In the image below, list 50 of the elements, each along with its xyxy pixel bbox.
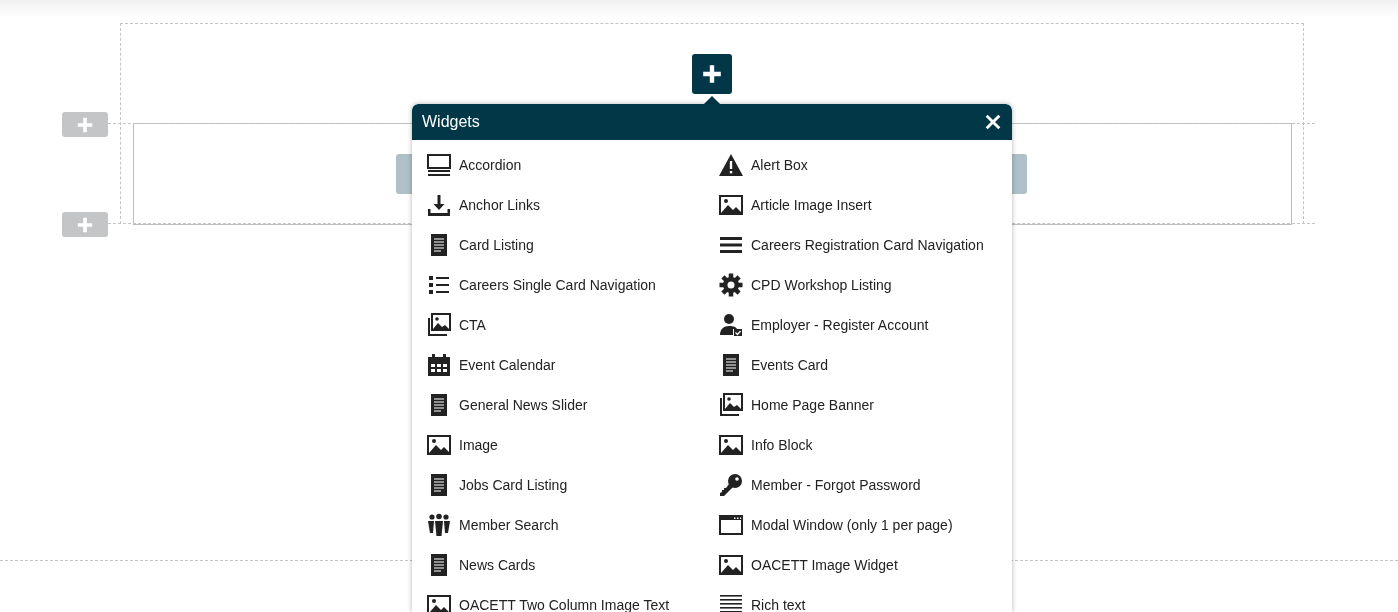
widget-option[interactable]: Article Image Insert xyxy=(719,193,1012,217)
text-lines-icon xyxy=(719,593,743,612)
images-icon xyxy=(427,313,451,337)
widget-option[interactable]: Careers Registration Card Navigation xyxy=(719,233,1012,257)
add-row-button[interactable] xyxy=(62,212,108,237)
close-icon xyxy=(984,113,1002,131)
widget-option[interactable]: Info Block xyxy=(719,433,1012,457)
widget-option[interactable]: Event Calendar xyxy=(427,353,719,377)
list-icon xyxy=(427,273,451,297)
widget-option[interactable]: Events Card xyxy=(719,353,1012,377)
widget-option[interactable]: Home Page Banner xyxy=(719,393,1012,417)
add-widget-button[interactable] xyxy=(692,54,732,94)
image-icon xyxy=(719,433,743,457)
key-icon xyxy=(719,473,743,497)
download-icon xyxy=(427,193,451,217)
widget-option[interactable]: Employer - Register Account xyxy=(719,313,1012,337)
widget-option[interactable]: Modal Window (only 1 per page) xyxy=(719,513,1012,537)
widget-option[interactable]: Member Search xyxy=(427,513,719,537)
calendar-icon xyxy=(427,353,451,377)
widget-option[interactable]: General News Slider xyxy=(427,393,719,417)
image-icon xyxy=(427,433,451,457)
add-row-button[interactable] xyxy=(62,112,108,137)
plus-icon xyxy=(701,63,723,85)
widget-option[interactable]: Card Listing xyxy=(427,233,719,257)
plus-icon xyxy=(76,115,94,134)
widget-option[interactable]: Alert Box xyxy=(719,153,1012,177)
window-icon xyxy=(719,513,743,537)
widget-option[interactable]: News Cards xyxy=(427,553,719,577)
widget-option[interactable]: Accordion xyxy=(427,153,719,177)
widget-option[interactable]: Jobs Card Listing xyxy=(427,473,719,497)
popup-title: Widgets xyxy=(422,113,480,131)
gear-icon xyxy=(719,273,743,297)
image-icon xyxy=(719,553,743,577)
widget-option[interactable]: CPD Workshop Listing xyxy=(719,273,1012,297)
widget-option[interactable]: Anchor Links xyxy=(427,193,719,217)
images-icon xyxy=(719,393,743,417)
widget-option[interactable]: Member - Forgot Password xyxy=(719,473,1012,497)
accordion-icon xyxy=(427,153,451,177)
plus-icon xyxy=(76,215,94,234)
widget-option[interactable]: OACETT Image Widget xyxy=(719,553,1012,577)
image-icon xyxy=(427,593,451,612)
people-icon xyxy=(427,513,451,537)
widget-option[interactable]: CTA xyxy=(427,313,719,337)
user-check-icon xyxy=(719,313,743,337)
widget-option[interactable]: Careers Single Card Navigation xyxy=(427,273,719,297)
widget-option[interactable]: Image xyxy=(427,433,719,457)
warning-icon xyxy=(719,153,743,177)
widget-option[interactable]: OACETT Two Column Image Text xyxy=(427,593,719,612)
widget-option[interactable]: Rich text xyxy=(719,593,1012,612)
image-icon xyxy=(719,193,743,217)
